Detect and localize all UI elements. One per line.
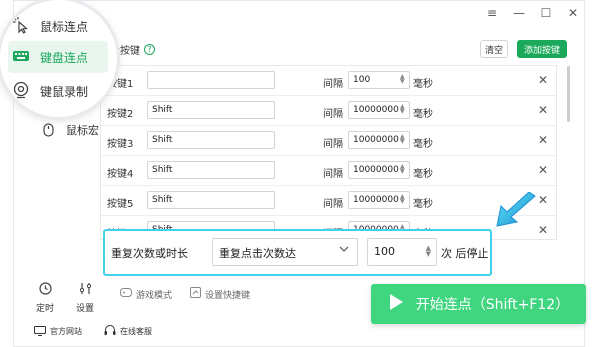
delete-row-icon[interactable]: ✕: [538, 73, 548, 87]
interval-unit: 毫秒: [413, 199, 433, 210]
sidebar-item-mouse-click[interactable]: 鼠标连点: [12, 16, 88, 37]
settings-button[interactable]: 设置: [76, 282, 94, 314]
repeat-count-stepper[interactable]: ▲ ▼: [426, 245, 431, 258]
interval-unit: 毫秒: [413, 169, 433, 180]
website-icon: [34, 325, 46, 338]
timer-label: 定时: [36, 304, 55, 314]
interval-stepper[interactable]: ▲▼: [400, 104, 405, 115]
key-row-label: 按键4: [107, 169, 134, 180]
sidebar-item-mouse-macro[interactable]: 鼠标宏: [40, 118, 100, 142]
support-label: 在线客服: [120, 327, 152, 336]
interval-stepper[interactable]: ▲▼: [400, 134, 405, 145]
game-mode-label: 游戏模式: [136, 290, 173, 301]
key-input[interactable]: Shift: [147, 161, 275, 179]
sidebar-item-record[interactable]: 键鼠录制: [12, 81, 88, 102]
delete-row-icon[interactable]: ✕: [538, 163, 548, 177]
sidebar-magnifier: 鼠标连点 键盘连点 键鼠录制: [0, 0, 117, 117]
keyboard-icon: [12, 49, 30, 66]
repeat-mode-select[interactable]: 重复点击次数达: [212, 238, 358, 266]
clear-button[interactable]: 清空: [480, 40, 508, 58]
interval-stepper[interactable]: ▲▼: [400, 164, 405, 175]
repeat-suffix: 次 后停止: [441, 247, 489, 260]
key-row-label: 按键2: [107, 109, 134, 120]
timer-icon: [38, 282, 52, 298]
sidebar-tools: 定时 设置: [36, 282, 94, 314]
sidebar-item-keyboard-click[interactable]: 键盘连点: [12, 49, 88, 66]
repeat-mode-value: 重复点击次数达: [219, 247, 296, 260]
record-icon: [12, 81, 30, 102]
repeat-count-input[interactable]: 100 ▲ ▼: [367, 238, 437, 266]
key-row: 按键5 Shift 间隔 10000000 ▲ ▼ 毫秒 ✕: [101, 186, 556, 216]
start-label: 开始连点（Shift+F12）: [415, 297, 570, 313]
gamepad-icon: [120, 288, 132, 300]
list-scrollbar[interactable]: [567, 66, 570, 122]
minimize-button[interactable]: —: [512, 6, 526, 20]
play-icon: [388, 293, 404, 315]
repeat-count-value: 100: [374, 245, 395, 258]
shortcut-label: 设置快捷键: [205, 290, 251, 301]
interval-label: 间隔: [323, 199, 343, 210]
close-button[interactable]: ✕: [566, 6, 580, 20]
mouse-click-icon: [12, 16, 30, 37]
key-list[interactable]: 按键1 间隔 100 ▲ ▼ 毫秒 ✕ 按键2 Shift 间隔 10000000…: [100, 65, 557, 240]
interval-unit: 毫秒: [413, 139, 433, 150]
shortcut-icon: [190, 287, 202, 301]
interval-label: 间隔: [323, 109, 343, 120]
shortcut-link[interactable]: 设置快捷键: [190, 287, 250, 301]
repeat-settings-panel: 重复次数或时长 重复点击次数达 100 ▲ ▼ 次 后停止: [103, 229, 492, 276]
menu-icon[interactable]: ≡: [485, 6, 499, 20]
key-input[interactable]: Shift: [147, 191, 275, 209]
key-input[interactable]: Shift: [147, 101, 275, 119]
key-row-label: 按键3: [107, 139, 134, 150]
key-input[interactable]: Shift: [147, 131, 275, 149]
window-controls: ≡ — ☐ ✕: [485, 6, 580, 20]
website-label: 官方网站: [50, 327, 82, 336]
mouse-icon: [40, 122, 56, 138]
key-row: 按键4 Shift 间隔 10000000 ▲ ▼ 毫秒 ✕: [101, 156, 556, 186]
sidebar-item-label: 键鼠录制: [40, 85, 89, 99]
interval-unit: 毫秒: [413, 79, 433, 90]
key-row: 按键2 Shift 间隔 10000000 ▲ ▼ 毫秒 ✕: [101, 96, 556, 126]
interval-unit: 毫秒: [413, 109, 433, 120]
key-row: 按键3 Shift 间隔 10000000 ▲ ▼ 毫秒 ✕: [101, 126, 556, 156]
interval-stepper[interactable]: ▲▼: [400, 74, 405, 85]
settings-icon: [79, 282, 92, 298]
interval-label: 间隔: [323, 169, 343, 180]
maximize-button[interactable]: ☐: [539, 6, 553, 20]
official-website-link[interactable]: 官方网站: [34, 325, 82, 338]
settings-label: 设置: [76, 304, 95, 314]
interval-stepper[interactable]: ▲▼: [400, 194, 405, 205]
chevron-down-icon: [339, 246, 349, 256]
game-mode-link[interactable]: 游戏模式: [120, 287, 172, 301]
help-icon[interactable]: ?: [144, 44, 155, 55]
repeat-label: 重复次数或时长: [111, 247, 188, 260]
options-links: 游戏模式 设置快捷键: [120, 287, 250, 301]
online-support-link[interactable]: 在线客服: [104, 325, 152, 338]
sidebar-item-label: 键盘连点: [40, 51, 89, 65]
key-row-label: 按键5: [107, 199, 134, 210]
sidebar-item-label: 鼠标宏: [66, 124, 99, 137]
headset-icon: [104, 325, 116, 338]
add-key-button[interactable]: 添加按键: [517, 40, 567, 58]
key-row: 按键1 间隔 100 ▲ ▼ 毫秒 ✕: [101, 66, 556, 96]
interval-label: 间隔: [323, 79, 343, 90]
delete-row-icon[interactable]: ✕: [538, 133, 548, 147]
footer: 官方网站 在线客服: [34, 325, 152, 338]
delete-row-icon[interactable]: ✕: [538, 103, 548, 117]
sidebar-item-label: 鼠标连点: [40, 20, 89, 34]
interval-label: 间隔: [323, 139, 343, 150]
timer-button[interactable]: 定时: [36, 282, 54, 314]
start-clicking-button[interactable]: 开始连点（Shift+F12）: [371, 284, 586, 324]
pointer-arrow-icon: [496, 192, 536, 227]
key-input[interactable]: [147, 71, 275, 89]
